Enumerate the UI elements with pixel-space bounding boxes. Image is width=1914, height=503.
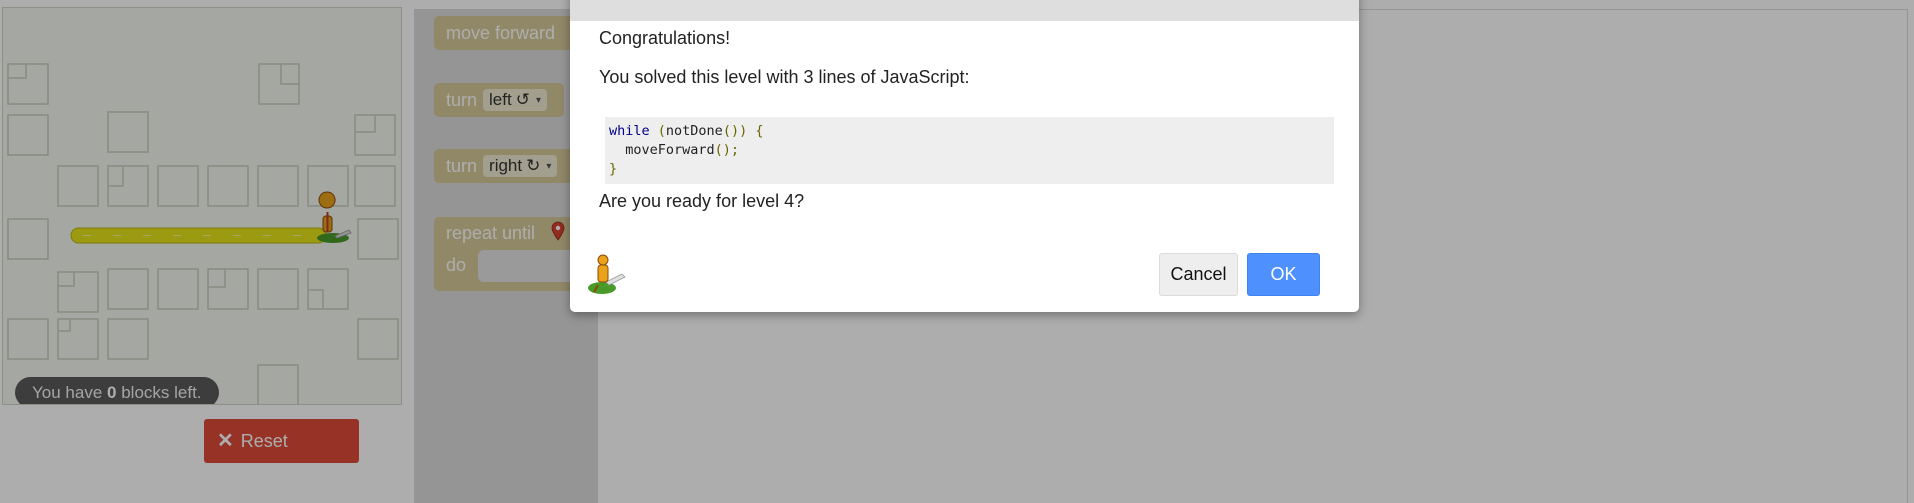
code-keyword-while: while — [609, 123, 650, 139]
maze-game-page: You have 0 blocks left. ✕ Reset move for… — [0, 0, 1914, 503]
dialog-titlebar[interactable] — [570, 0, 1359, 21]
code-fn-not-done: notDone — [665, 123, 723, 139]
code-brace-close: } — [609, 161, 618, 177]
code-paren-open: ( — [649, 123, 666, 139]
congratulations-text: Congratulations! — [599, 28, 731, 48]
code-call-move-forward: moveForward — [609, 142, 715, 158]
solved-summary-text: You solved this level with 3 lines of Ja… — [599, 67, 970, 87]
next-level-prompt: Are you ready for level 4? — [599, 191, 805, 211]
javascript-code-block: while (notDone()) { moveForward(); } — [605, 117, 1334, 184]
code-call-end: (); — [714, 142, 740, 158]
pegman-icon — [588, 254, 626, 294]
code-parens-close: ()) { — [722, 123, 764, 139]
level-complete-dialog: Congratulations! You solved this level w… — [570, 0, 1359, 312]
ok-button[interactable]: OK — [1247, 253, 1320, 296]
cancel-button[interactable]: Cancel — [1159, 253, 1238, 296]
